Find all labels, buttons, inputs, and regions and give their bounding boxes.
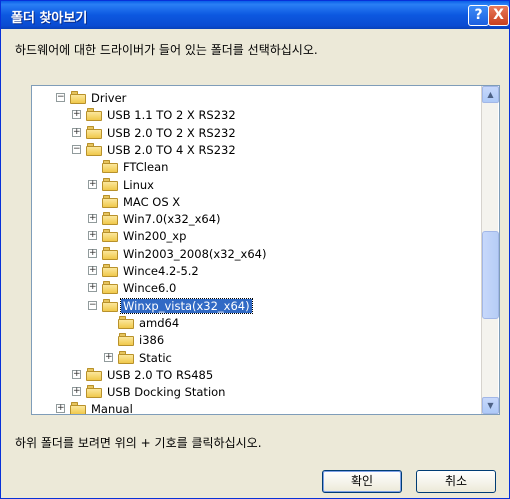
- expand-icon[interactable]: +: [72, 110, 81, 120]
- folder-icon: [86, 108, 102, 122]
- folder-icon: [70, 402, 86, 414]
- folder-icon: [102, 298, 118, 312]
- expand-icon[interactable]: +: [88, 214, 97, 224]
- scroll-up-button[interactable]: ▲: [482, 86, 499, 103]
- folder-icon: [102, 246, 118, 260]
- tree-item-label: Linux: [123, 177, 154, 192]
- tree-item-label: amd64: [139, 315, 180, 330]
- expand-icon[interactable]: +: [72, 127, 81, 137]
- folder-icon: [70, 91, 86, 104]
- tree-item[interactable]: + Win2003_2008(x32_x64): [32, 245, 481, 263]
- tree-item-label: Wince4.2-5.2: [123, 264, 199, 278]
- folder-icon: [86, 385, 102, 399]
- tree-item-label: USB 2.0 TO 2 X RS232: [107, 125, 236, 140]
- scroll-down-button[interactable]: ▼: [482, 397, 499, 414]
- tree-item[interactable]: + Wince4.2-5.2: [32, 262, 481, 280]
- tree-scrollbar[interactable]: ▲ ▼: [481, 86, 499, 414]
- folder-icon: [102, 264, 118, 277]
- tree-item-label: Static: [139, 350, 172, 365]
- tree-item-label: Win7.0(x32_x64): [123, 212, 221, 227]
- help-button[interactable]: ?: [468, 5, 489, 26]
- tree-item[interactable]: − Winxp_vista(x32_x64): [32, 297, 481, 315]
- tree-item[interactable]: MAC OS X: [32, 193, 481, 211]
- tree-item-label: USB 2.0 TO 4 X RS232: [107, 142, 236, 157]
- tree-item[interactable]: + Win200_xp: [32, 227, 481, 245]
- tree-item[interactable]: + USB Docking Station: [32, 383, 481, 401]
- expand-icon[interactable]: +: [88, 248, 97, 258]
- tree-item[interactable]: + Wince6.0: [32, 279, 481, 297]
- title-bar[interactable]: 폴더 찾아보기 ? X: [1, 1, 509, 29]
- ok-button[interactable]: 확인: [322, 470, 402, 493]
- expand-icon[interactable]: +: [88, 283, 97, 293]
- folder-icon: [102, 229, 118, 243]
- instruction-text: 하드웨어에 대한 드라이버가 들어 있는 폴더를 선택하십시오.: [15, 43, 318, 57]
- folder-icon: [86, 125, 102, 139]
- tree-item-label: USB 1.1 TO 2 X RS232: [107, 108, 236, 123]
- tree-item-label: Winxp_vista(x32_x64): [120, 297, 253, 314]
- folder-tree[interactable]: − Driver + USB 1.1 TO 2 X RS232 + USB 2.0 TO …: [31, 85, 500, 415]
- cancel-button[interactable]: 취소: [416, 470, 496, 493]
- tree-item-label: MAC OS X: [123, 194, 181, 209]
- tree-item-label: Wince6.0: [123, 281, 177, 296]
- tree-item[interactable]: + USB 2.0 TO 2 X RS232: [32, 124, 481, 142]
- collapse-icon[interactable]: −: [56, 93, 65, 102]
- browse-folder-dialog: 폴더 찾아보기 ? X 하드웨어에 대한 드라이버가 들어 있는 폴더를 선택하…: [0, 0, 510, 499]
- hint-text: 하위 폴더를 보려면 위의 + 기호를 클릭하십시오.: [15, 436, 262, 450]
- expand-icon[interactable]: +: [72, 369, 81, 379]
- tree-item-label: Driver: [91, 91, 127, 105]
- tree-item[interactable]: + USB 2.0 TO RS485: [32, 366, 481, 384]
- folder-icon: [102, 281, 118, 295]
- window-title: 폴더 찾아보기: [11, 11, 88, 26]
- folder-icon: [102, 177, 118, 191]
- tree-item[interactable]: FTClean: [32, 158, 481, 176]
- expand-icon[interactable]: +: [88, 266, 97, 275]
- tree-item[interactable]: − Driver: [32, 89, 481, 107]
- tree-item[interactable]: + Win7.0(x32_x64): [32, 210, 481, 228]
- tree-item-label: i386: [139, 333, 165, 348]
- expand-icon[interactable]: +: [88, 179, 97, 189]
- folder-icon: [118, 350, 134, 364]
- expand-icon[interactable]: +: [56, 404, 65, 414]
- folder-icon: [118, 315, 134, 329]
- tree-item-label: Win200_xp: [123, 229, 187, 244]
- tree-item-label: USB Docking Station: [107, 385, 226, 400]
- tree-item[interactable]: + Manual: [32, 400, 481, 415]
- scroll-thumb[interactable]: [482, 231, 499, 319]
- collapse-icon[interactable]: −: [88, 300, 97, 310]
- expand-icon[interactable]: +: [72, 387, 81, 397]
- folder-icon: [102, 160, 118, 174]
- tree-item-label: Win2003_2008(x32_x64): [123, 246, 267, 261]
- tree-item[interactable]: + Static: [32, 349, 481, 367]
- folder-icon: [86, 142, 102, 156]
- tree-item[interactable]: + Linux: [32, 176, 481, 194]
- expand-icon[interactable]: +: [88, 231, 97, 241]
- folder-icon: [102, 194, 118, 208]
- tree-item[interactable]: i386: [32, 331, 481, 349]
- tree-item[interactable]: amd64: [32, 314, 481, 332]
- tree-item-label: FTClean: [123, 160, 169, 175]
- expand-icon[interactable]: +: [104, 352, 113, 362]
- collapse-icon[interactable]: −: [72, 144, 81, 154]
- close-button[interactable]: X: [488, 5, 509, 26]
- folder-icon: [86, 367, 102, 381]
- tree-item[interactable]: − USB 2.0 TO 4 X RS232: [32, 141, 481, 159]
- tree-item[interactable]: + USB 1.1 TO 2 X RS232: [32, 106, 481, 124]
- tree-item-label: USB 2.0 TO RS485: [107, 367, 214, 382]
- folder-icon: [102, 212, 118, 226]
- tree-item-label: Manual: [91, 402, 133, 415]
- folder-icon: [118, 333, 134, 347]
